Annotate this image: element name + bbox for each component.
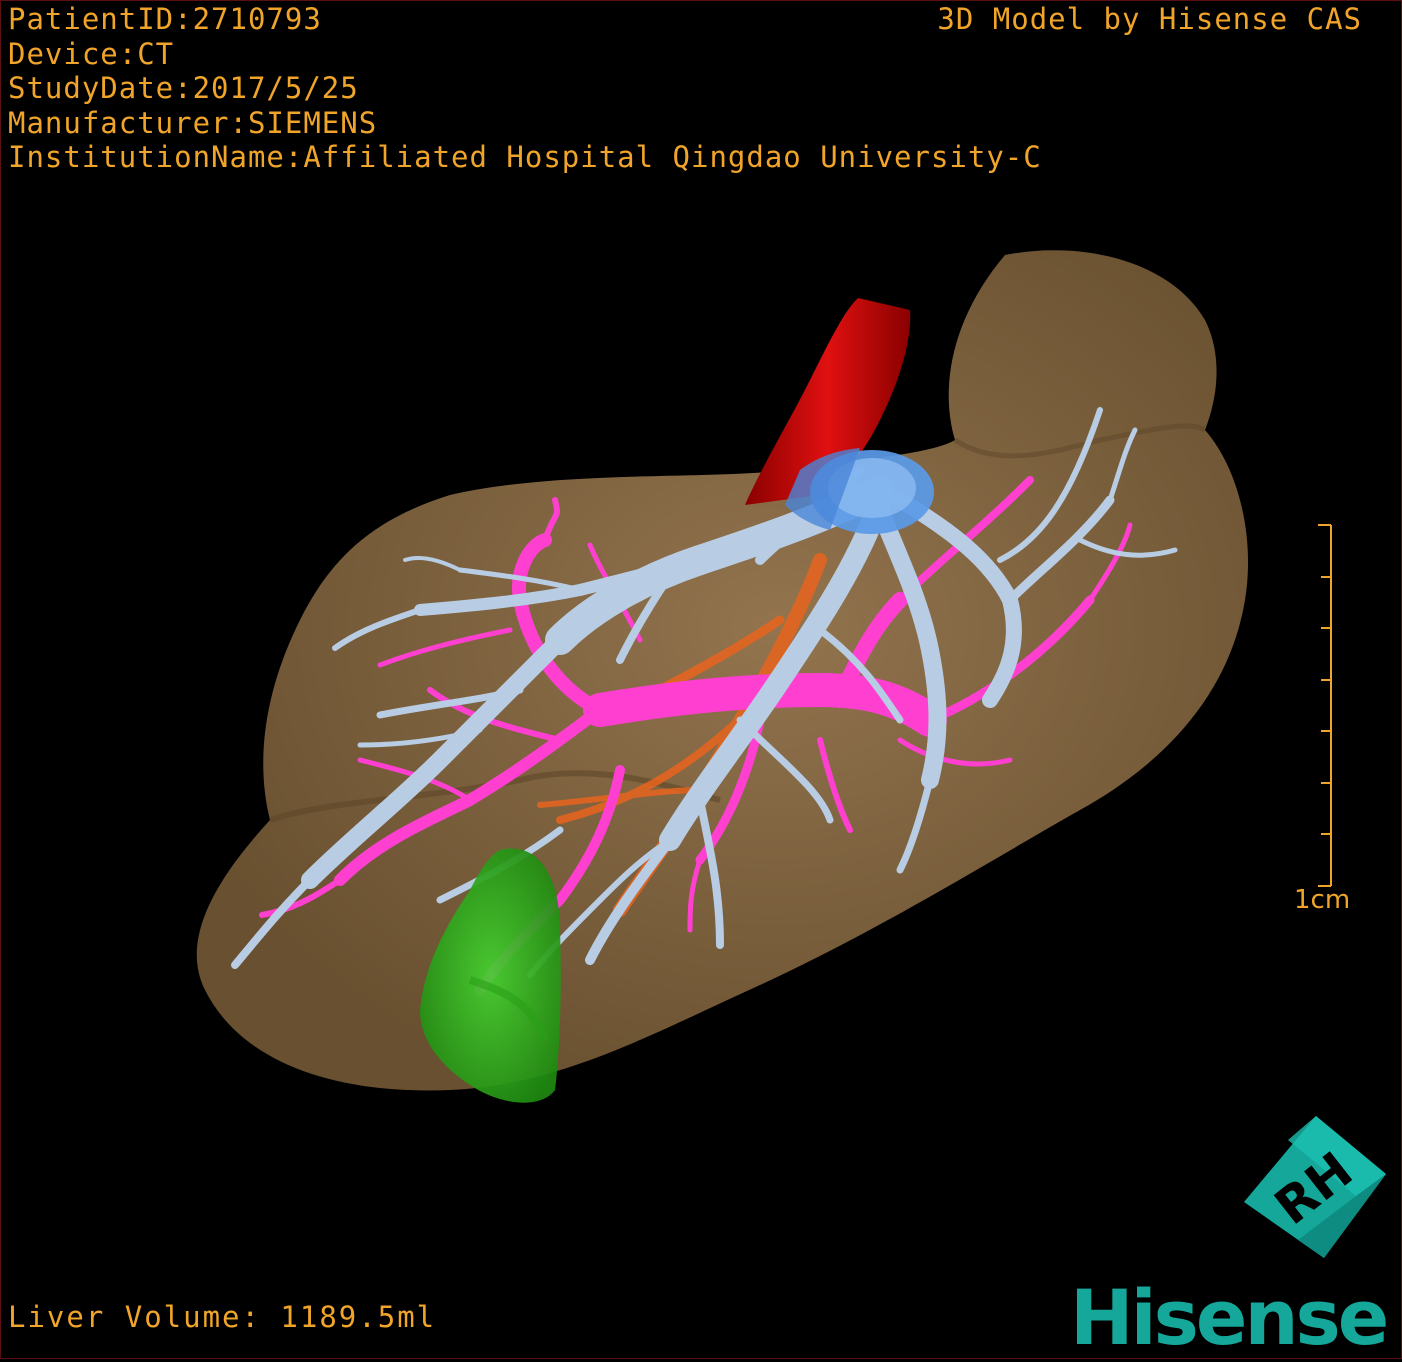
study-date: StudyDate:2017/5/25: [8, 71, 359, 105]
orientation-cube-icon[interactable]: RH: [1236, 1112, 1396, 1272]
liver-volume-readout: Liver Volume: 1189.5ml: [8, 1300, 437, 1334]
scale-bar-label: 1cm: [1294, 885, 1351, 915]
dicom-info-overlay: PatientID:2710793 Device:CT StudyDate:20…: [8, 2, 1042, 175]
patient-id: PatientID:2710793: [8, 2, 322, 36]
model-credit: 3D Model by Hisense CAS: [937, 2, 1362, 36]
3d-liver-render[interactable]: [0, 0, 1402, 1359]
manufacturer: Manufacturer:SIEMENS: [8, 105, 378, 140]
hisense-logo: Hisense: [1070, 1273, 1389, 1362]
scale-bar: [1318, 524, 1332, 887]
liver-surface: [196, 250, 1249, 1091]
device: Device:CT: [8, 36, 175, 71]
institution-name: InstitutionName:Affiliated Hospital Qing…: [8, 140, 1042, 174]
